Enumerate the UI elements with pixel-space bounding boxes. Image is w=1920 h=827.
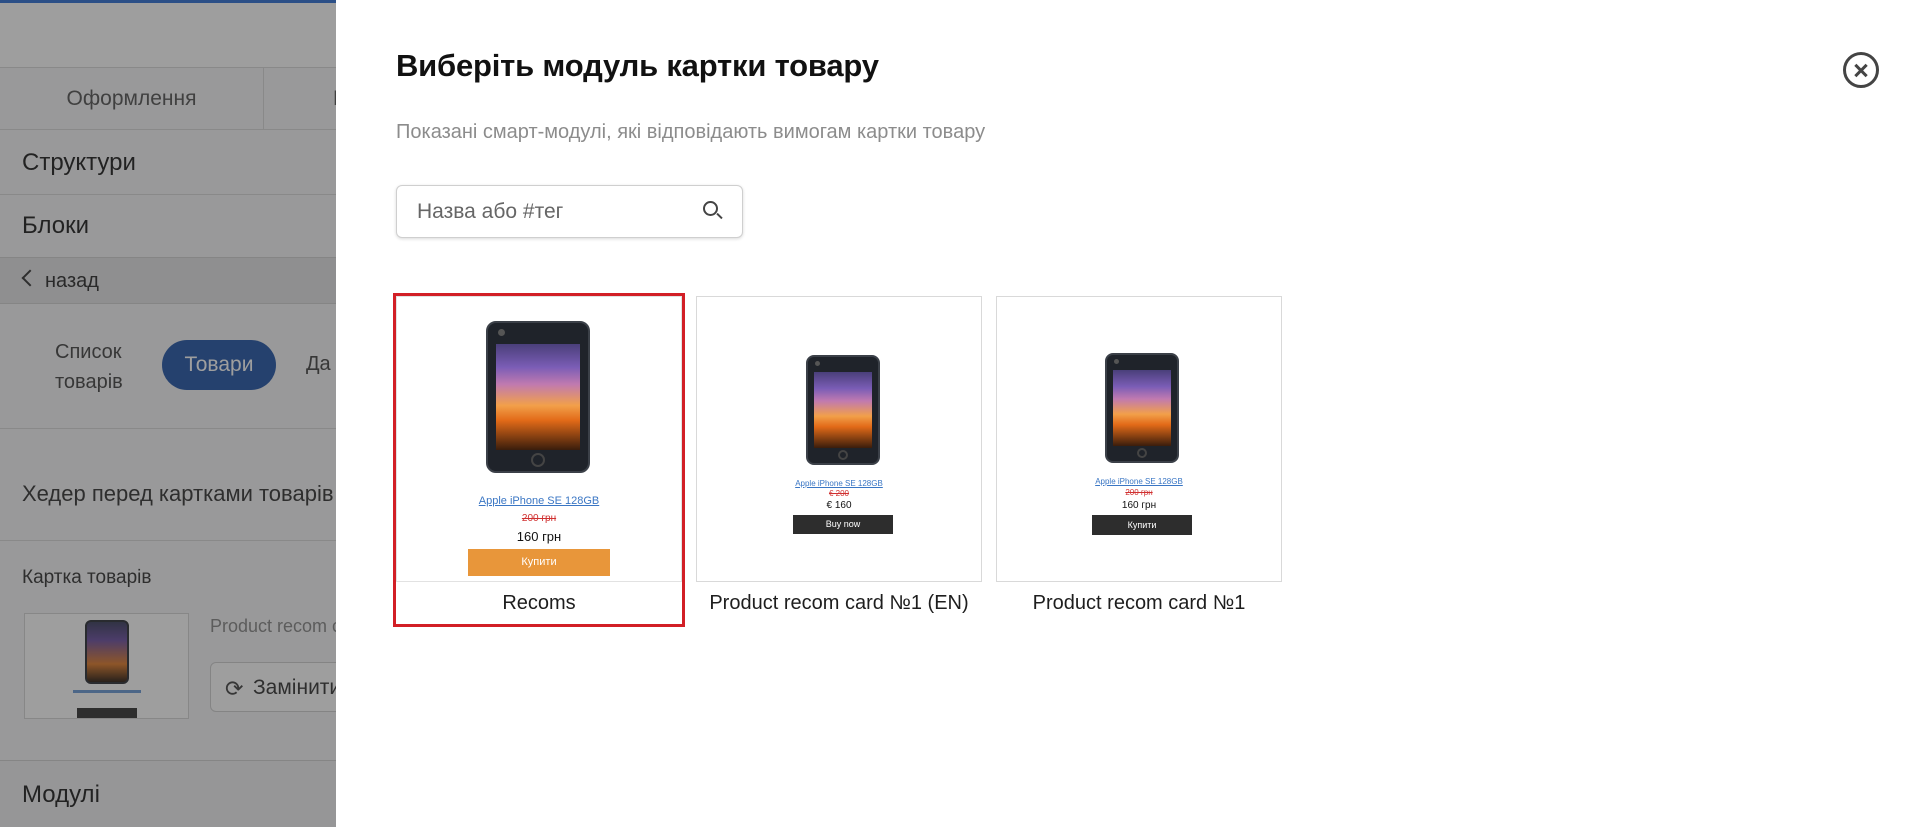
editor-sidebar: Оформлення Н Структури Блоки назад Списо… [0,0,336,827]
old-price: 200 грн [521,513,557,524]
close-icon[interactable] [1843,52,1879,88]
module-card-recoms[interactable]: Apple iPhone SE 128GB 200 грн 160 грн Ку… [393,293,685,627]
modal-subtitle: Показані смарт-модулі, які відповідають … [396,121,986,143]
modal-title: Виберіть модуль картки товару [396,48,879,83]
phone-image [1105,353,1179,463]
module-preview: Apple iPhone SE 128GB 200 грн 160 грн Ку… [996,296,1282,582]
phone-screen [1112,369,1172,447]
search-icon[interactable] [703,201,723,221]
phone-home-button [838,449,848,460]
old-price: 200 грн [1125,488,1153,497]
module-card-product-recom-en[interactable]: Apple iPhone SE 128GB € 200 € 160 Buy no… [696,296,982,624]
phone-screen [496,343,580,451]
product-name: Apple iPhone SE 128GB [795,479,883,488]
module-card-label: Product recom card №1 [1032,592,1246,614]
old-price: € 200 [828,489,850,498]
new-price: 160 грн [516,529,562,544]
buy-button-preview: Купити [468,549,610,576]
phone-image [806,355,880,465]
search-box [396,185,743,238]
search-icon-handle [716,212,723,220]
select-product-card-module-modal: Виберіть модуль картки товару Показані с… [336,0,1920,827]
buy-button-preview: Купити [1092,515,1192,535]
module-preview: Apple iPhone SE 128GB 200 грн 160 грн Ку… [396,296,682,582]
modal-backdrop[interactable] [0,0,336,827]
buy-button-preview: Buy now [793,515,893,534]
phone-image [486,321,590,473]
module-card-product-recom[interactable]: Apple iPhone SE 128GB 200 грн 160 грн Ку… [996,296,1282,624]
module-card-label: Recoms [502,592,576,614]
phone-camera [1114,359,1119,365]
phone-home-button [531,452,545,467]
new-price: € 160 [826,500,852,511]
phone-home-button [1137,447,1147,458]
product-name: Apple iPhone SE 128GB [478,495,600,507]
module-card-label: Product recom card №1 (EN) [709,592,969,614]
phone-camera [815,361,820,367]
product-name: Apple iPhone SE 128GB [1095,477,1183,486]
module-preview: Apple iPhone SE 128GB € 200 € 160 Buy no… [696,296,982,582]
phone-camera [498,328,505,336]
search-input[interactable] [417,186,687,237]
new-price: 160 грн [1121,500,1157,511]
phone-screen [813,371,873,449]
